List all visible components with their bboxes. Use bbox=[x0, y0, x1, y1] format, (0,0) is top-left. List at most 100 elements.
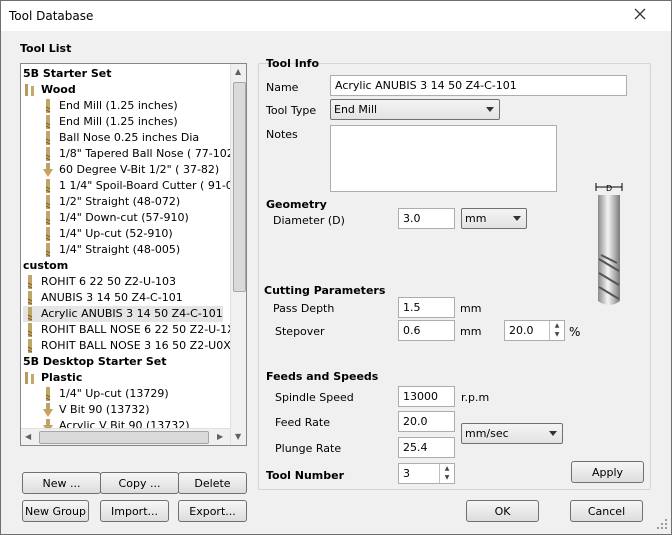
scroll-right-icon[interactable]: ▶ bbox=[217, 432, 223, 441]
copy-tool-button[interactable]: Copy ... bbox=[100, 472, 179, 494]
tree-row-label: End Mill (1.25 inches) bbox=[59, 115, 178, 128]
v-bit-icon bbox=[41, 162, 55, 178]
end-mill-icon bbox=[23, 306, 37, 322]
delete-tool-button[interactable]: Delete bbox=[178, 472, 247, 494]
tool-type-value: End Mill bbox=[334, 103, 378, 116]
end-mill-icon bbox=[41, 178, 55, 194]
tree-tool-item[interactable]: 1 1/4" Spoil-Board Cutter ( 91-000) bbox=[41, 178, 246, 194]
tree-folder[interactable]: Wood bbox=[23, 82, 76, 98]
pass-depth-input[interactable]: 1.5 bbox=[398, 297, 455, 318]
spindle-speed-input[interactable]: 13000 bbox=[398, 386, 455, 407]
pass-depth-unit: mm bbox=[460, 302, 482, 315]
chevron-down-icon bbox=[549, 431, 557, 436]
name-input[interactable]: Acrylic ANUBIS 3 14 50 Z4-C-101 bbox=[330, 75, 627, 96]
export-button[interactable]: Export... bbox=[178, 500, 247, 522]
diameter-input[interactable]: 3.0 bbox=[398, 208, 455, 229]
tree-row-label: Plastic bbox=[41, 371, 83, 384]
tree-tool-item[interactable]: 1/8" Tapered Ball Nose ( 77-102) bbox=[41, 146, 238, 162]
scroll-up-icon[interactable]: ▲ bbox=[235, 67, 241, 76]
tree-tool-item[interactable]: 1/4" Straight (48-005) bbox=[41, 242, 180, 258]
resize-grip-icon[interactable] bbox=[655, 517, 669, 531]
dimension-label: D bbox=[606, 184, 612, 193]
geometry-heading: Geometry bbox=[266, 198, 327, 211]
name-label: Name bbox=[266, 81, 299, 94]
tree-tool-item[interactable]: 60 Degree V-Bit 1/2" ( 37-82) bbox=[41, 162, 219, 178]
end-mill-icon bbox=[23, 322, 37, 338]
stepover-label: Stepover bbox=[275, 325, 325, 338]
tree-tool-item[interactable]: ROHIT BALL NOSE 6 22 50 Z2-U-1X bbox=[23, 322, 235, 338]
end-mill-icon bbox=[41, 98, 55, 114]
stepover-unit: mm bbox=[460, 325, 482, 338]
diameter-label: Diameter (D) bbox=[273, 214, 345, 227]
tree-tool-item[interactable]: ANUBIS 3 14 50 Z4-C-101 bbox=[23, 290, 183, 306]
tree-tool-item[interactable]: V Bit 90 (13732) bbox=[41, 402, 150, 418]
tree-tool-item[interactable]: Ball Nose 0.25 inches Dia bbox=[41, 130, 199, 146]
tree-tool-item[interactable]: 1/4" Up-cut (52-910) bbox=[41, 226, 173, 242]
rate-units-select[interactable]: mm/sec bbox=[461, 423, 563, 444]
tree-vertical-scrollbar[interactable]: ▲ ▼ bbox=[230, 64, 246, 445]
tool-tree[interactable]: 5B Starter Set Wood End Mill (1.25 inches)… bbox=[20, 63, 247, 446]
tree-group[interactable]: 5B Desktop Starter Set bbox=[23, 354, 166, 370]
plunge-rate-input[interactable]: 25.4 bbox=[398, 437, 455, 458]
tree-row-label: ANUBIS 3 14 50 Z4-C-101 bbox=[41, 291, 183, 304]
tree-tool-item[interactable]: End Mill (1.25 inches) bbox=[41, 98, 178, 114]
notes-input[interactable] bbox=[330, 125, 557, 192]
feed-rate-input[interactable]: 20.0 bbox=[398, 411, 455, 432]
horizontal-scroll-thumb[interactable] bbox=[39, 431, 209, 444]
spindle-speed-label: Spindle Speed bbox=[275, 391, 354, 404]
tree-group[interactable]: 5B Starter Set bbox=[23, 66, 112, 82]
tree-tool-item[interactable]: Acrylic ANUBIS 3 14 50 Z4-C-101 bbox=[23, 306, 223, 322]
end-mill-icon bbox=[41, 130, 55, 146]
stepover-input[interactable]: 0.6 bbox=[398, 320, 455, 341]
diameter-units-select[interactable]: mm bbox=[461, 208, 527, 229]
tree-horizontal-scrollbar[interactable]: ◀ ▶ bbox=[21, 428, 230, 445]
tool-number-input[interactable]: 3 ▲ ▼ bbox=[398, 463, 455, 484]
title-bar: Tool Database bbox=[1, 1, 671, 31]
feed-rate-label: Feed Rate bbox=[275, 416, 330, 429]
tree-tool-item[interactable]: ROHIT BALL NOSE 3 16 50 Z2-U0X bbox=[23, 338, 231, 354]
notes-label: Notes bbox=[266, 128, 298, 141]
tool-number-spinner[interactable]: ▲ ▼ bbox=[439, 464, 454, 483]
tree-row-label: Acrylic ANUBIS 3 14 50 Z4-C-101 bbox=[41, 307, 223, 320]
tool-bits-icon bbox=[23, 82, 37, 98]
new-tool-button[interactable]: New ... bbox=[22, 472, 101, 494]
apply-button[interactable]: Apply bbox=[571, 461, 644, 483]
spin-down-icon[interactable]: ▼ bbox=[440, 473, 454, 482]
end-mill-icon bbox=[41, 210, 55, 226]
tree-row-label: Wood bbox=[41, 83, 76, 96]
tool-number-value: 3 bbox=[403, 467, 410, 480]
scroll-left-icon[interactable]: ◀ bbox=[25, 432, 31, 441]
end-mill-icon bbox=[23, 338, 37, 354]
tree-folder[interactable]: Plastic bbox=[23, 370, 82, 386]
new-group-button[interactable]: New Group bbox=[22, 500, 89, 522]
cancel-button[interactable]: Cancel bbox=[570, 500, 643, 522]
tool-type-select[interactable]: End Mill bbox=[330, 99, 500, 120]
vertical-scroll-thumb[interactable] bbox=[233, 82, 246, 292]
stepover-percent-input[interactable]: 20.0 ▲ ▼ bbox=[504, 320, 565, 341]
ok-button[interactable]: OK bbox=[466, 500, 539, 522]
spin-down-icon[interactable]: ▼ bbox=[550, 330, 564, 339]
tree-row-label: 1/4" Up-cut (52-910) bbox=[59, 227, 173, 240]
tree-row-label: custom bbox=[23, 259, 69, 272]
close-window-button[interactable] bbox=[617, 3, 663, 25]
cutting-parameters-heading: Cutting Parameters bbox=[264, 284, 386, 297]
tree-tool-item[interactable]: ROHIT 6 22 50 Z2-U-103 bbox=[23, 274, 176, 290]
scroll-down-icon[interactable]: ▼ bbox=[235, 432, 241, 441]
tree-row-label: 60 Degree V-Bit 1/2" ( 37-82) bbox=[59, 163, 220, 176]
tree-tool-item[interactable]: 1/2" Straight (48-072) bbox=[41, 194, 180, 210]
stepover-percent-spinner[interactable]: ▲ ▼ bbox=[549, 321, 564, 340]
end-mill-icon bbox=[41, 242, 55, 258]
tree-row-label: ROHIT 6 22 50 Z2-U-103 bbox=[41, 275, 177, 288]
tree-group[interactable]: custom bbox=[23, 258, 68, 274]
pass-depth-label: Pass Depth bbox=[273, 302, 335, 315]
tree-tool-item[interactable]: 1/4" Up-cut (13729) bbox=[41, 386, 169, 402]
tree-tool-item[interactable]: 1/4" Down-cut (57-910) bbox=[41, 210, 189, 226]
tree-tool-item[interactable]: End Mill (1.25 inches) bbox=[41, 114, 178, 130]
tree-row-label: ROHIT BALL NOSE 3 16 50 Z2-U0X bbox=[41, 339, 231, 352]
tree-row-label: 1/4" Straight (48-005) bbox=[59, 243, 181, 256]
tree-row-label: 1/4" Down-cut (57-910) bbox=[59, 211, 189, 224]
end-mill-icon bbox=[23, 290, 37, 306]
tree-row-label: V Bit 90 (13732) bbox=[59, 403, 150, 416]
import-button[interactable]: Import... bbox=[100, 500, 169, 522]
tool-shank bbox=[598, 195, 620, 253]
